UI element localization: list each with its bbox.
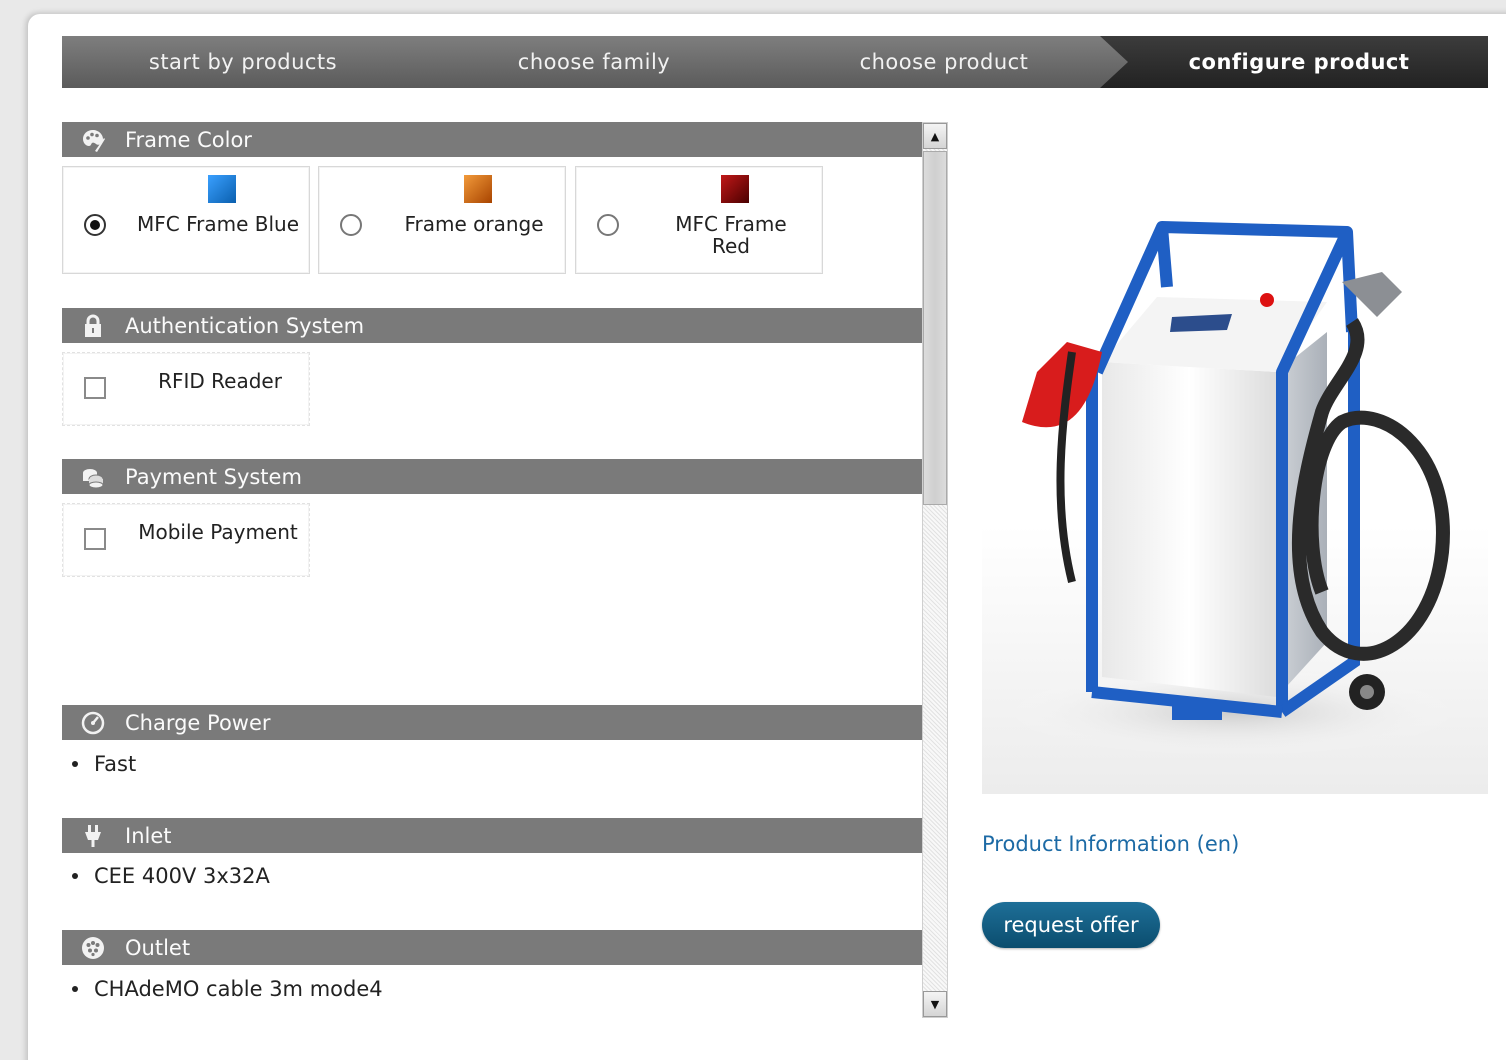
option-label: RFID Reader xyxy=(158,369,282,393)
section-header-outlet: Outlet xyxy=(62,930,922,965)
checkbox[interactable] xyxy=(84,528,106,550)
color-option-red[interactable]: MFC Frame Red xyxy=(575,166,823,274)
bullet xyxy=(72,986,78,992)
option-label: Frame orange xyxy=(404,212,544,236)
list-item: Fast xyxy=(72,752,136,776)
gauge-icon xyxy=(80,710,106,736)
section-title: Payment System xyxy=(125,464,302,489)
palette-icon xyxy=(80,127,106,153)
socket-icon xyxy=(80,935,106,961)
color-swatch xyxy=(208,175,236,203)
item-text: CEE 400V 3x32A xyxy=(94,864,270,888)
list-item: CEE 400V 3x32A xyxy=(72,864,270,888)
checkbox[interactable] xyxy=(84,377,106,399)
options-panel: Frame Color MFC Frame Blue Frame orange … xyxy=(62,122,922,1022)
bullet xyxy=(72,873,78,879)
section-title: Inlet xyxy=(125,823,172,848)
step-choose-product[interactable]: choose product xyxy=(736,36,1142,88)
item-text: Fast xyxy=(94,752,137,776)
section-title: Charge Power xyxy=(125,710,271,735)
option-label: MFC Frame Blue xyxy=(136,212,299,236)
product-information-link[interactable]: Product Information (en) xyxy=(982,832,1239,856)
step-configure-product[interactable]: configure product xyxy=(1100,36,1488,88)
section-header-frame-color: Frame Color xyxy=(62,122,922,157)
bullet xyxy=(72,761,78,767)
wizard-steps: start by products choose family choose p… xyxy=(62,36,1488,88)
section-title: Frame Color xyxy=(125,127,252,152)
option-rfid-reader[interactable]: RFID Reader xyxy=(62,352,310,426)
color-swatch xyxy=(721,175,749,203)
section-header-payment: Payment System xyxy=(62,459,922,494)
step-start-by-products[interactable]: start by products xyxy=(62,36,434,88)
section-title: Authentication System xyxy=(125,313,365,338)
request-offer-button[interactable]: request offer xyxy=(982,902,1160,948)
section-header-inlet: Inlet xyxy=(62,818,922,853)
coins-icon xyxy=(80,464,106,490)
option-label: Mobile Payment xyxy=(138,520,298,544)
section-header-charge-power: Charge Power xyxy=(62,705,922,740)
step-label: start by products xyxy=(148,50,338,74)
options-scrollbar[interactable]: ▲ ▼ xyxy=(922,122,948,1018)
step-label: choose product xyxy=(859,50,1029,74)
plug-icon xyxy=(80,823,106,849)
radio-button[interactable] xyxy=(84,214,106,236)
color-option-orange[interactable]: Frame orange xyxy=(318,166,566,274)
section-title: Outlet xyxy=(125,935,191,960)
scroll-thumb[interactable] xyxy=(923,151,947,505)
section-header-authentication: Authentication System xyxy=(62,308,922,343)
scroll-up-arrow-icon[interactable]: ▲ xyxy=(923,123,947,149)
color-option-blue[interactable]: MFC Frame Blue xyxy=(62,166,310,274)
radio-button[interactable] xyxy=(340,214,362,236)
product-image xyxy=(982,122,1488,794)
option-label: MFC Frame Red xyxy=(675,212,787,258)
color-swatch xyxy=(464,175,492,203)
step-choose-family[interactable]: choose family xyxy=(400,36,778,88)
item-text: CHAdeMO cable 3m mode4 xyxy=(94,977,383,1001)
step-label: configure product xyxy=(1188,50,1410,74)
lock-icon xyxy=(80,313,106,339)
ev-charger-cart-image xyxy=(1002,221,1462,757)
option-mobile-payment[interactable]: Mobile Payment xyxy=(62,503,310,577)
radio-button[interactable] xyxy=(597,214,619,236)
step-label: choose family xyxy=(517,50,671,74)
scroll-down-arrow-icon[interactable]: ▼ xyxy=(923,991,947,1017)
list-item: CHAdeMO cable 3m mode4 xyxy=(72,977,383,1001)
